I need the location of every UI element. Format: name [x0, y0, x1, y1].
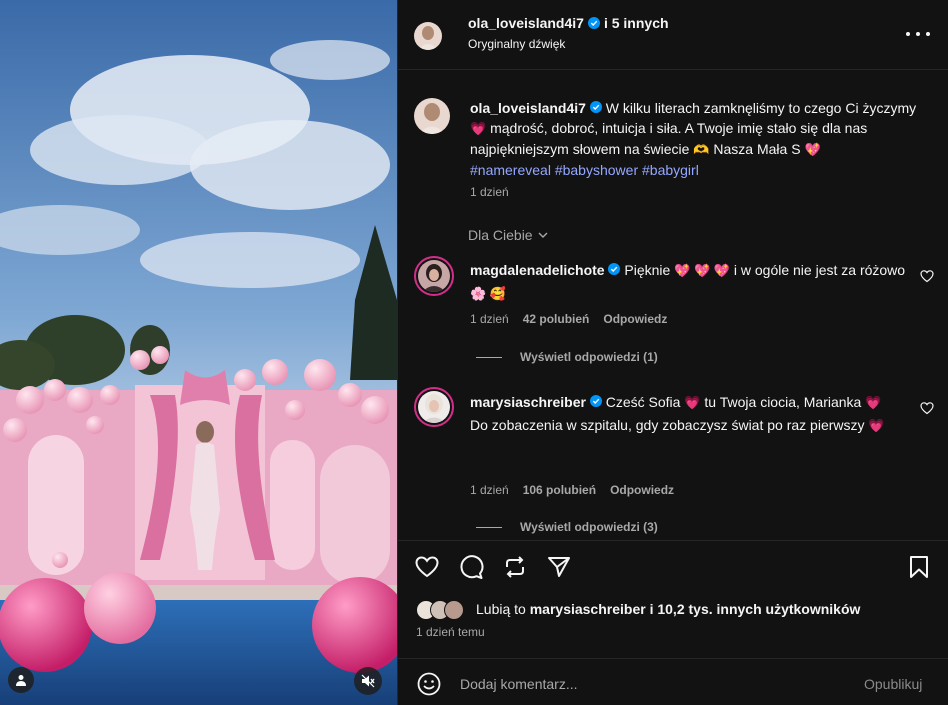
comment-text: marysiaschreiber Cześć Sofia 💗 tu Twoja … [470, 391, 908, 437]
avatar [444, 600, 464, 620]
post-timestamp[interactable]: 1 dzień temu [416, 625, 485, 639]
hashtag-link[interactable]: #babygirl [642, 162, 699, 178]
emoji-icon[interactable] [416, 671, 442, 697]
hearts-emoji: 💖 💖 💖 [674, 263, 730, 278]
caption-part-3: Nasza Mała S [713, 141, 801, 157]
heart-emoji: 💗 [470, 121, 487, 136]
commenter-username[interactable]: marysiaschreiber [470, 394, 586, 410]
repost-icon[interactable] [502, 554, 528, 580]
comment-body: tu Twoja ciocia, Marianka [704, 394, 862, 410]
author-avatar-image [414, 22, 442, 50]
comment-likes[interactable]: 42 polubień [523, 312, 590, 326]
post-actions: Lubią to marysiaschreiber i 10,2 tys. in… [398, 540, 948, 650]
comment-sort-dropdown[interactable]: Dla Ciebie [468, 227, 549, 243]
view-replies-label: Wyświetl odpowiedzi (3) [520, 520, 658, 534]
caption-avatar[interactable] [414, 98, 450, 134]
post-media[interactable] [0, 0, 397, 705]
hashtag-link[interactable]: #babyshower [555, 162, 638, 178]
user-tag-button[interactable] [8, 667, 34, 693]
more-options-button[interactable] [906, 24, 930, 44]
author-avatar[interactable] [414, 22, 442, 50]
comment-meta: 1 dzień 106 polubień Odpowiedz [470, 483, 674, 497]
mute-icon [361, 674, 375, 688]
liked-by-avatars[interactable] [416, 600, 468, 620]
post-dialog: ola_loveisland4i7 i 5 innych Oryginalny … [0, 0, 948, 705]
commenter-username[interactable]: magdalenadelichote [470, 262, 605, 278]
audio-label[interactable]: Oryginalny dźwięk [468, 37, 565, 51]
user-tag-icon [16, 675, 26, 686]
comment-timestamp[interactable]: 1 dzień [470, 483, 509, 497]
caption-text: ola_loveisland4i7 W kilku literach zamkn… [470, 98, 930, 180]
comment-icon[interactable] [458, 554, 484, 580]
author-line: ola_loveisland4i7 i 5 innych [468, 15, 669, 31]
comment-likes[interactable]: 106 polubień [523, 483, 596, 497]
chevron-down-icon [538, 232, 548, 238]
liked-by-others[interactable]: i 10,2 tys. innych użytkowników [650, 601, 861, 617]
caption-avatar-image [414, 98, 450, 134]
replies-divider [476, 526, 502, 528]
verified-icon [589, 101, 602, 113]
caption-username[interactable]: ola_loveisland4i7 [470, 100, 586, 116]
replies-divider [476, 356, 502, 358]
save-icon[interactable] [906, 554, 932, 580]
liked-by-text: Lubią to marysiaschreiber i 10,2 tys. in… [476, 601, 860, 617]
heart-hands-emoji: 🫶 [693, 142, 710, 157]
more-icon [906, 32, 910, 36]
caption-part-1: W kilku literach zamknęliśmy to czego Ci… [605, 100, 917, 116]
heart-emoji: 💗 [684, 395, 701, 410]
reply-button[interactable]: Odpowiedz [610, 483, 674, 497]
collaborators-link[interactable]: i 5 innych [604, 15, 669, 31]
sparkling-heart-emoji: 💖 [804, 142, 821, 157]
verified-icon [589, 395, 602, 407]
heart-icon[interactable] [414, 554, 440, 580]
liked-by-user[interactable]: marysiaschreiber [530, 601, 646, 617]
flower-smile-emoji: 🌸 🥰 [470, 286, 506, 301]
heart-icon[interactable] [920, 269, 934, 283]
comment-body: Do zobaczenia w szpitalu, gdy zobaczysz … [470, 417, 865, 433]
caption-timestamp[interactable]: 1 dzień [470, 185, 509, 199]
commenter-avatar-image [418, 391, 450, 423]
commenter-avatar[interactable] [414, 256, 454, 296]
verified-icon [587, 17, 600, 29]
post-details: ola_loveisland4i7 i 5 innych Oryginalny … [397, 0, 948, 705]
comment-body: Cześć Sofia [605, 394, 681, 410]
heart-emoji: 💗 [865, 395, 882, 410]
mute-button[interactable] [354, 667, 382, 695]
heart-emoji: 💗 [868, 418, 885, 433]
view-replies-label: Wyświetl odpowiedzi (1) [520, 350, 658, 364]
view-replies-button[interactable]: Wyświetl odpowiedzi (1) [476, 350, 658, 364]
verified-icon [608, 263, 621, 275]
hashtag-link[interactable]: #namereveal [470, 162, 551, 178]
post-comment-button[interactable]: Opublikuj [864, 676, 922, 692]
heart-icon[interactable] [920, 401, 934, 415]
comment-sort-label: Dla Ciebie [468, 227, 533, 243]
comment-body: Pięknie [624, 262, 671, 278]
view-replies-button[interactable]: Wyświetl odpowiedzi (3) [476, 520, 658, 534]
comments-list[interactable]: ola_loveisland4i7 W kilku literach zamkn… [398, 71, 948, 539]
comment-timestamp[interactable]: 1 dzień [470, 312, 509, 326]
commenter-avatar[interactable] [414, 387, 454, 427]
post-header: ola_loveisland4i7 i 5 innych Oryginalny … [398, 0, 948, 70]
liked-by-prefix: Lubią to [476, 601, 526, 617]
add-comment-bar: Opublikuj [398, 658, 948, 705]
comment-text: magdalenadelichote Pięknie 💖 💖 💖 i w ogó… [470, 259, 908, 305]
comment-input[interactable] [460, 667, 840, 701]
post-photo [0, 0, 397, 705]
comment-body: i w ogóle nie jest za różowo [733, 262, 906, 278]
comment-meta: 1 dzień 42 polubień Odpowiedz [470, 312, 667, 326]
reply-button[interactable]: Odpowiedz [603, 312, 667, 326]
share-icon[interactable] [546, 554, 572, 580]
author-username[interactable]: ola_loveisland4i7 [468, 15, 584, 31]
commenter-avatar-image [418, 260, 450, 292]
